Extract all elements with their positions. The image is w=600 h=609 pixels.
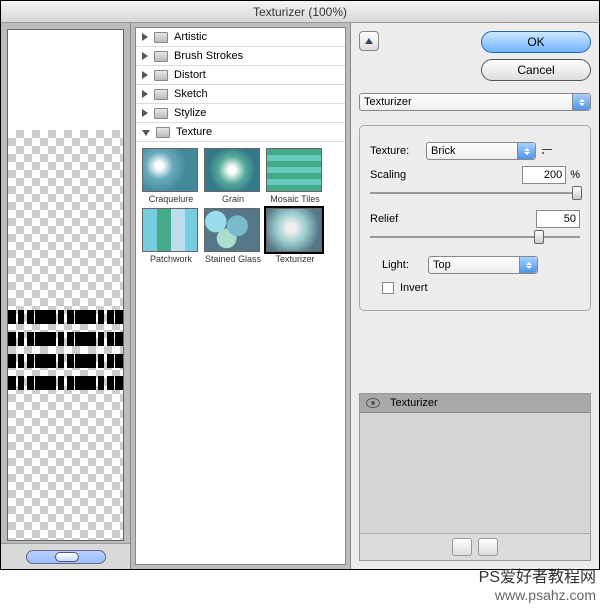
texture-select-value: Brick bbox=[431, 145, 455, 157]
texture-group: Texture: Brick Scaling 200 % Relief 50 bbox=[359, 125, 591, 311]
folder-icon bbox=[154, 32, 168, 43]
collapse-button[interactable] bbox=[359, 31, 379, 51]
relief-label: Relief bbox=[370, 213, 536, 225]
light-select[interactable]: Top bbox=[428, 256, 538, 274]
settings-pane: OK Cancel Texturizer Texture: Brick bbox=[351, 23, 599, 569]
thumb-preview bbox=[204, 208, 260, 252]
thumb-preview bbox=[142, 148, 198, 192]
thumb-stained-glass[interactable]: Stained Glass bbox=[204, 208, 262, 264]
invert-checkbox[interactable] bbox=[382, 282, 394, 294]
visibility-eye-icon[interactable] bbox=[366, 398, 380, 408]
disclosure-triangle-icon bbox=[142, 33, 148, 41]
texture-label: Texture: bbox=[370, 145, 426, 157]
category-label: Brush Strokes bbox=[174, 50, 243, 62]
dialog-content: Artistic Brush Strokes Distort Sketch St… bbox=[1, 23, 599, 569]
dropdown-arrows-icon bbox=[517, 143, 535, 159]
thumb-label: Stained Glass bbox=[204, 254, 262, 264]
category-stylize[interactable]: Stylize bbox=[136, 104, 345, 123]
cancel-button[interactable]: Cancel bbox=[481, 59, 591, 81]
preview-pane bbox=[1, 23, 131, 569]
thumb-craquelure[interactable]: Craquelure bbox=[142, 148, 200, 204]
thumb-label: Grain bbox=[204, 194, 262, 204]
category-artistic[interactable]: Artistic bbox=[136, 28, 345, 47]
thumb-texturizer[interactable]: Texturizer bbox=[266, 208, 324, 264]
thumb-label: Craquelure bbox=[142, 194, 200, 204]
effects-panel: Texturizer bbox=[359, 393, 591, 561]
preview-scrollbar[interactable] bbox=[1, 543, 130, 569]
thumb-grain[interactable]: Grain bbox=[204, 148, 262, 204]
disclosure-triangle-icon bbox=[142, 109, 148, 117]
ok-button[interactable]: OK bbox=[481, 31, 591, 53]
effect-layer-name: Texturizer bbox=[390, 397, 438, 409]
watermark-line1: PS爱好者教程网 bbox=[479, 563, 596, 587]
dropdown-arrows-icon bbox=[519, 257, 537, 273]
thumb-label: Texturizer bbox=[266, 254, 324, 264]
dialog-title: Texturizer (100%) bbox=[1, 1, 599, 23]
category-label: Stylize bbox=[174, 107, 206, 119]
category-texture[interactable]: Texture bbox=[136, 123, 345, 142]
flyout-menu-icon[interactable] bbox=[542, 149, 552, 154]
effects-body bbox=[360, 413, 590, 533]
thumb-preview bbox=[266, 148, 322, 192]
scaling-label: Scaling bbox=[370, 169, 522, 181]
scrollbar-thumb[interactable] bbox=[55, 552, 79, 562]
folder-icon bbox=[154, 70, 168, 81]
scaling-input[interactable]: 200 bbox=[522, 166, 566, 184]
thumb-mosaic-tiles[interactable]: Mosaic Tiles bbox=[266, 148, 324, 204]
filter-select-value: Texturizer bbox=[364, 96, 412, 108]
texture-select[interactable]: Brick bbox=[426, 142, 536, 160]
category-label: Sketch bbox=[174, 88, 208, 100]
folder-icon bbox=[156, 127, 170, 138]
category-brush-strokes[interactable]: Brush Strokes bbox=[136, 47, 345, 66]
light-select-value: Top bbox=[433, 259, 451, 271]
folder-icon bbox=[154, 51, 168, 62]
disclosure-triangle-icon bbox=[142, 52, 148, 60]
texturizer-dialog: Texturizer (100%) Artistic Brush Strokes… bbox=[0, 0, 600, 570]
light-label: Light: bbox=[382, 259, 428, 271]
relief-input[interactable]: 50 bbox=[536, 210, 580, 228]
preview-art bbox=[8, 310, 123, 410]
new-effect-button[interactable] bbox=[452, 538, 472, 556]
filter-thumbnails: Craquelure Grain Mosaic Tiles Patchwork … bbox=[136, 142, 345, 270]
category-label: Distort bbox=[174, 69, 206, 81]
watermark: PS爱好者教程网 www.psahz.com bbox=[479, 563, 596, 603]
disclosure-triangle-icon bbox=[142, 71, 148, 79]
scaling-unit: % bbox=[570, 169, 580, 181]
category-label: Artistic bbox=[174, 31, 207, 43]
folder-icon bbox=[154, 108, 168, 119]
relief-slider[interactable] bbox=[370, 230, 580, 244]
thumb-label: Patchwork bbox=[142, 254, 200, 264]
disclosure-triangle-icon bbox=[142, 90, 148, 98]
category-label: Texture bbox=[176, 126, 212, 138]
thumb-preview bbox=[266, 208, 322, 252]
category-distort[interactable]: Distort bbox=[136, 66, 345, 85]
filter-category-pane: Artistic Brush Strokes Distort Sketch St… bbox=[131, 23, 351, 569]
watermark-line2: www.psahz.com bbox=[479, 587, 596, 603]
invert-label: Invert bbox=[400, 282, 428, 294]
folder-icon bbox=[154, 89, 168, 100]
dropdown-arrows-icon bbox=[572, 94, 590, 110]
filter-category-list[interactable]: Artistic Brush Strokes Distort Sketch St… bbox=[135, 27, 346, 565]
thumb-preview bbox=[142, 208, 198, 252]
thumb-patchwork[interactable]: Patchwork bbox=[142, 208, 200, 264]
thumb-label: Mosaic Tiles bbox=[266, 194, 324, 204]
scrollbar-track[interactable] bbox=[26, 550, 106, 564]
effect-layer-row[interactable]: Texturizer bbox=[360, 394, 590, 413]
filter-select[interactable]: Texturizer bbox=[359, 93, 591, 111]
chevron-up-icon bbox=[365, 38, 373, 44]
category-sketch[interactable]: Sketch bbox=[136, 85, 345, 104]
scaling-slider[interactable] bbox=[370, 186, 580, 200]
preview-canvas[interactable] bbox=[7, 29, 124, 541]
delete-effect-button[interactable] bbox=[478, 538, 498, 556]
disclosure-triangle-icon bbox=[142, 130, 150, 136]
thumb-preview bbox=[204, 148, 260, 192]
